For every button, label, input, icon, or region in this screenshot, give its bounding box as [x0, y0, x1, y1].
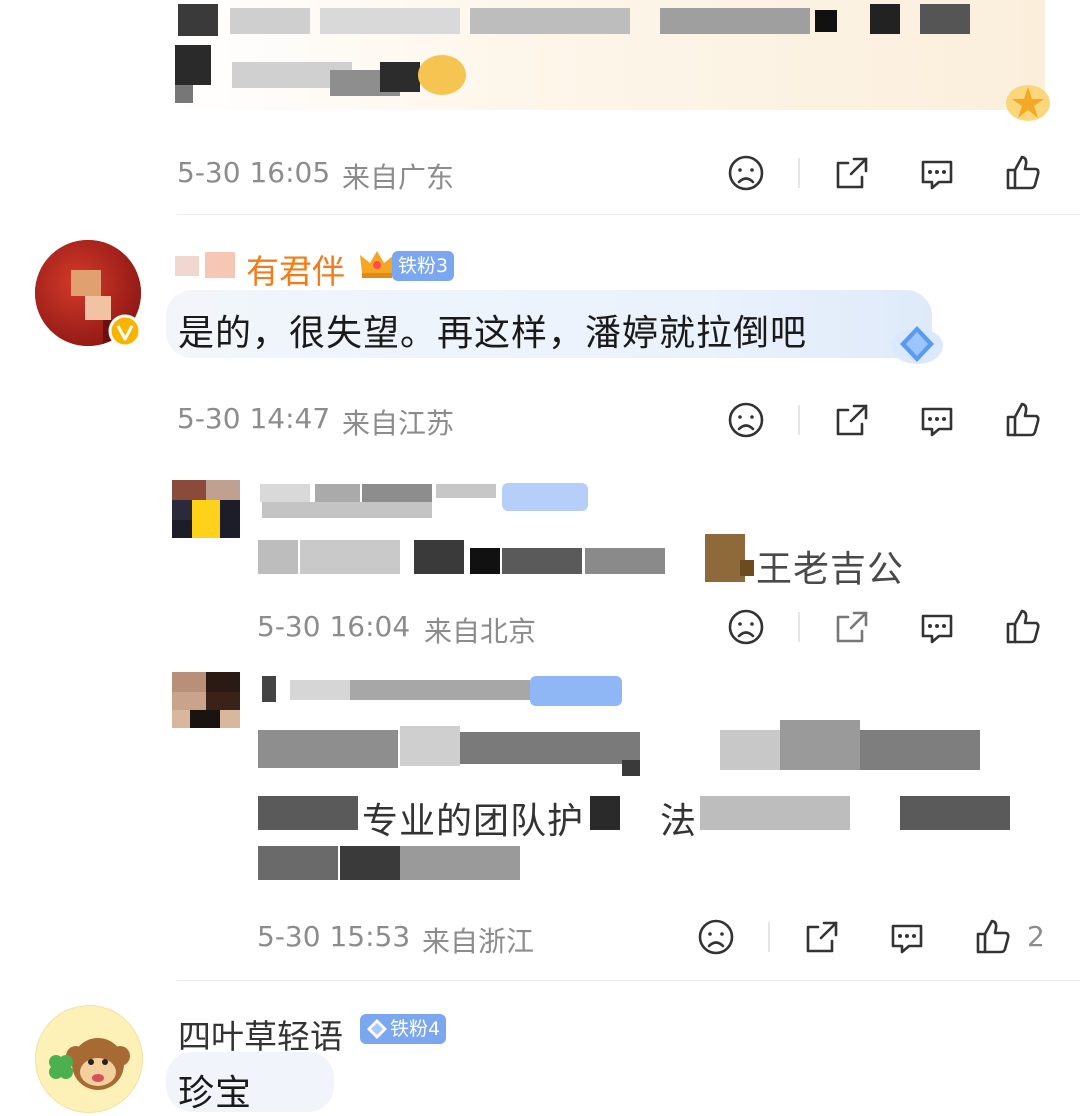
comment-text-fragment-b[interactable]: 法 — [660, 792, 697, 844]
divider — [798, 158, 800, 188]
star-sticker-icon — [1000, 75, 1056, 123]
username[interactable]: 有君伴 — [246, 245, 345, 293]
comment-bubble-icon[interactable] — [917, 153, 957, 193]
frown-face-icon[interactable] — [696, 917, 736, 957]
divider — [177, 980, 1080, 981]
divider — [768, 922, 770, 952]
location: 来自江苏 — [342, 407, 455, 440]
frown-face-icon[interactable] — [726, 400, 766, 440]
fan-badge: 铁粉3 — [392, 251, 455, 281]
timestamp: 5-30 15:53 — [257, 920, 411, 953]
share-icon[interactable] — [832, 400, 872, 440]
comment-bubble-icon[interactable] — [917, 607, 957, 647]
share-icon[interactable] — [832, 607, 872, 647]
thumbs-up-icon[interactable] — [1003, 400, 1043, 440]
fan-badge: 铁粉4 — [360, 1014, 447, 1044]
share-icon[interactable] — [832, 153, 872, 193]
divider — [798, 405, 800, 435]
thumbs-up-icon[interactable] — [1003, 607, 1043, 647]
location: 来自北京 — [424, 615, 537, 648]
thumbs-up-icon[interactable] — [973, 917, 1013, 957]
verified-icon — [108, 314, 142, 348]
comment-bubble-icon[interactable] — [917, 400, 957, 440]
avatar[interactable] — [35, 1005, 143, 1113]
comment-text[interactable]: 珍宝 — [178, 1064, 252, 1116]
comment-text-fragment[interactable]: 专业的团队护 — [362, 792, 584, 844]
avatar[interactable] — [172, 672, 240, 728]
avatar[interactable] — [172, 480, 240, 538]
share-icon[interactable] — [802, 917, 842, 957]
timestamp: 5-30 16:04 — [257, 610, 411, 643]
frown-face-icon[interactable] — [726, 607, 766, 647]
diamond-sticker-icon — [888, 318, 946, 368]
comment-bubble-icon[interactable] — [887, 917, 927, 957]
thumbs-up-icon[interactable] — [1003, 153, 1043, 193]
location: 来自广东 — [342, 161, 455, 194]
username[interactable]: 四叶草轻语 — [178, 1010, 343, 1058]
crown-icon — [358, 247, 396, 281]
comment-text-fragment[interactable]: 王老吉公 — [756, 540, 904, 592]
diamond-icon — [365, 1017, 389, 1041]
frown-face-icon[interactable] — [726, 153, 766, 193]
like-count: 2 — [1027, 920, 1045, 953]
divider — [177, 214, 1080, 215]
divider — [798, 612, 800, 642]
timestamp: 5-30 14:47 — [177, 402, 331, 435]
comment-text[interactable]: 是的，很失望。再这样，潘婷就拉倒吧 — [178, 304, 807, 356]
location: 来自浙江 — [422, 925, 535, 958]
timestamp: 5-30 16:05 — [177, 156, 331, 189]
